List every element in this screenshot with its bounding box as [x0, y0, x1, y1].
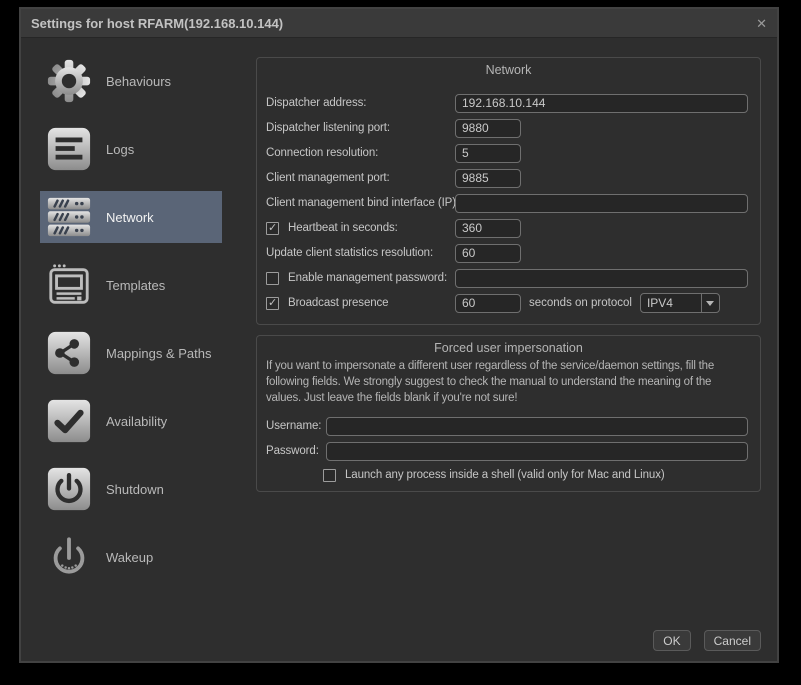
dialog-footer: OK Cancel: [653, 630, 761, 651]
bind-interface-input[interactable]: [455, 194, 748, 213]
sidebar-item-availability[interactable]: Availability: [40, 395, 222, 447]
window-icon: [46, 262, 92, 308]
cancel-button[interactable]: Cancel: [704, 630, 761, 651]
sidebar-item-templates[interactable]: Templates: [40, 259, 222, 311]
client-management-port-label: Client management port:: [266, 172, 455, 184]
sidebar: Behaviours Logs: [40, 55, 222, 599]
sidebar-item-label: Availability: [106, 414, 167, 429]
username-row: Username:: [266, 416, 748, 436]
checkmark-icon: [46, 398, 92, 444]
dispatcher-address-row: Dispatcher address:: [266, 93, 748, 113]
broadcast-presence-row: ✓ Broadcast presence seconds on protocol…: [266, 293, 748, 313]
sidebar-item-mappings-paths[interactable]: Mappings & Paths: [40, 327, 222, 379]
chevron-down-icon: [702, 301, 719, 306]
connection-resolution-label: Connection resolution:: [266, 147, 455, 159]
ok-button[interactable]: OK: [653, 630, 690, 651]
management-password-row: Enable management password:: [266, 268, 748, 288]
broadcast-presence-checkbox[interactable]: ✓: [266, 297, 279, 310]
sidebar-item-label: Network: [106, 210, 154, 225]
dispatcher-address-label: Dispatcher address:: [266, 97, 455, 109]
sidebar-item-label: Mappings & Paths: [106, 346, 212, 361]
launch-shell-row: Launch any process inside a shell (valid…: [266, 465, 748, 485]
sidebar-item-label: Logs: [106, 142, 134, 157]
bind-interface-label: Client management bind interface (IP): [266, 197, 455, 209]
dispatcher-address-input[interactable]: [455, 94, 748, 113]
servers-icon: [46, 194, 92, 240]
heartbeat-row: ✓ Heartbeat in seconds:: [266, 218, 748, 238]
heartbeat-checkbox[interactable]: ✓: [266, 222, 279, 235]
client-management-port-input[interactable]: [455, 169, 521, 188]
sidebar-item-wakeup[interactable]: Wakeup: [40, 531, 222, 583]
heartbeat-label: Heartbeat in seconds:: [288, 222, 398, 234]
sidebar-item-network[interactable]: Network: [40, 191, 222, 243]
sidebar-item-label: Shutdown: [106, 482, 164, 497]
settings-dialog: Settings for host RFARM(192.168.10.144) …: [19, 7, 779, 663]
update-stats-input[interactable]: [455, 244, 521, 263]
impersonation-description: If you want to impersonate a different u…: [266, 358, 746, 406]
titlebar: Settings for host RFARM(192.168.10.144) …: [21, 9, 777, 38]
sidebar-item-label: Templates: [106, 278, 165, 293]
sidebar-item-shutdown[interactable]: Shutdown: [40, 463, 222, 515]
impersonation-group-title: Forced user impersonation: [257, 341, 760, 355]
username-label: Username:: [266, 420, 326, 432]
heartbeat-input[interactable]: [455, 219, 521, 238]
broadcast-suffix-label: seconds on protocol: [529, 297, 632, 309]
sidebar-item-label: Behaviours: [106, 74, 171, 89]
broadcast-presence-input[interactable]: [455, 294, 521, 313]
broadcast-presence-label: Broadcast presence: [288, 297, 388, 309]
network-group-title: Network: [257, 63, 760, 77]
network-group: Network Dispatcher address: Dispatcher l…: [256, 57, 761, 325]
impersonation-group: Forced user impersonation If you want to…: [256, 335, 761, 492]
dispatcher-port-input[interactable]: [455, 119, 521, 138]
password-row: Password:: [266, 441, 748, 461]
update-stats-row: Update client statistics resolution:: [266, 243, 748, 263]
connection-resolution-input[interactable]: [455, 144, 521, 163]
share-icon: [46, 330, 92, 376]
management-password-checkbox[interactable]: [266, 272, 279, 285]
gear-icon: [46, 58, 92, 104]
dispatcher-port-label: Dispatcher listening port:: [266, 122, 455, 134]
connection-resolution-row: Connection resolution:: [266, 143, 748, 163]
password-input[interactable]: [326, 442, 748, 461]
username-input[interactable]: [326, 417, 748, 436]
password-label: Password:: [266, 445, 326, 457]
management-password-input[interactable]: [455, 269, 748, 288]
logs-icon: [46, 126, 92, 172]
sidebar-item-behaviours[interactable]: Behaviours: [40, 55, 222, 107]
wakeup-power-icon: [46, 534, 92, 580]
protocol-selected-value: IPV4: [641, 296, 701, 310]
power-icon: [46, 466, 92, 512]
window-title: Settings for host RFARM(192.168.10.144): [31, 16, 283, 31]
management-password-label: Enable management password:: [288, 272, 447, 284]
bind-interface-row: Client management bind interface (IP): [266, 193, 748, 213]
launch-shell-checkbox[interactable]: [323, 469, 336, 482]
close-icon[interactable]: ✕: [756, 9, 767, 38]
launch-shell-label: Launch any process inside a shell (valid…: [345, 469, 665, 481]
dispatcher-port-row: Dispatcher listening port:: [266, 118, 748, 138]
client-management-port-row: Client management port:: [266, 168, 748, 188]
sidebar-item-label: Wakeup: [106, 550, 153, 565]
protocol-dropdown[interactable]: IPV4: [640, 293, 720, 313]
sidebar-item-logs[interactable]: Logs: [40, 123, 222, 175]
update-stats-label: Update client statistics resolution:: [266, 247, 455, 259]
